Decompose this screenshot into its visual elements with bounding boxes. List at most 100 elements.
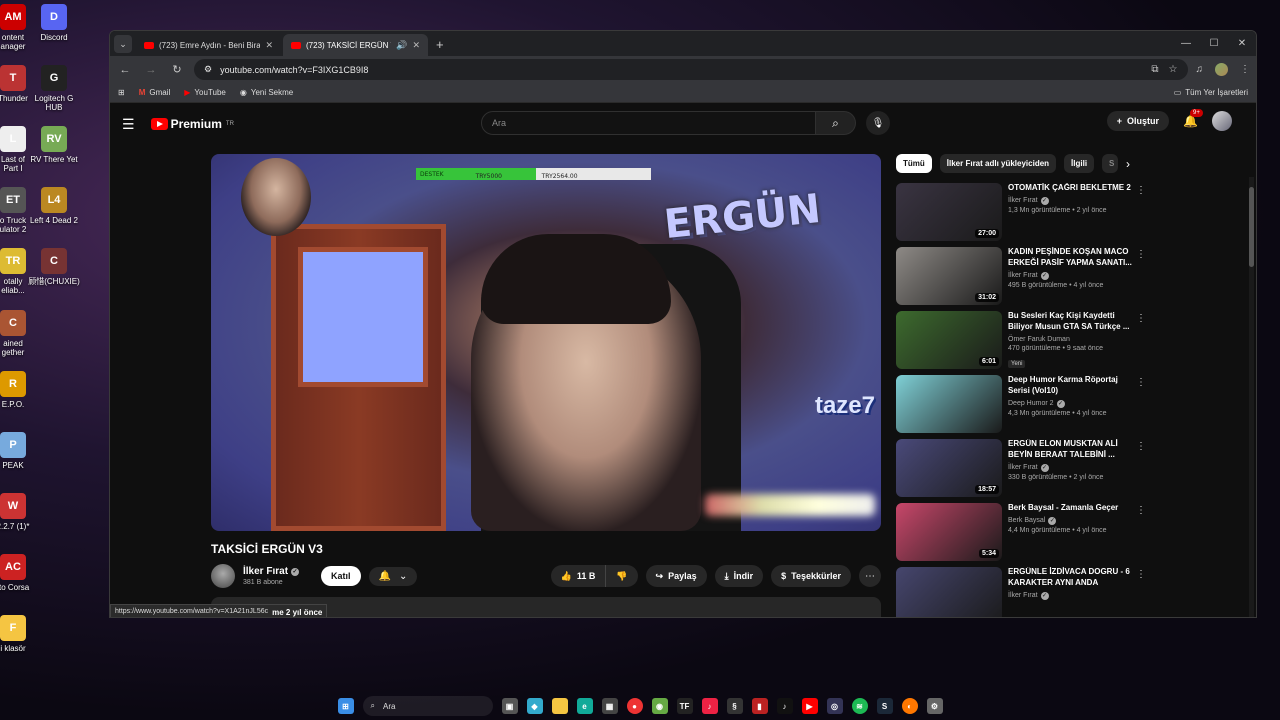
video-thumbnail[interactable]: 31:02 xyxy=(896,247,1002,305)
address-bar[interactable]: ⚙ youtube.com/watch?v=F3IXG1CB9I8 ⧉ ☆ xyxy=(194,59,1188,80)
video-channel[interactable]: İlker Fırat ✓ xyxy=(1008,271,1133,280)
minimize-button[interactable]: — xyxy=(1172,31,1200,56)
spotify-icon[interactable]: ≋ xyxy=(851,698,868,714)
tiktok-icon[interactable]: ♪ xyxy=(776,698,793,714)
menu-kebab-icon[interactable]: ⋮ xyxy=(1240,64,1250,75)
video-thumbnail[interactable] xyxy=(896,375,1002,433)
video-title[interactable]: Berk Baysal - Zamanla Geçer xyxy=(1008,503,1133,514)
video-thumbnail[interactable]: 27:00 xyxy=(896,183,1002,241)
chip-more[interactable]: S xyxy=(1102,154,1119,173)
edge-icon[interactable]: e xyxy=(576,698,593,714)
chip-related[interactable]: İlgili xyxy=(1064,154,1095,173)
video-thumbnail[interactable]: 5:34 xyxy=(896,503,1002,561)
video-channel[interactable]: İlker Fırat ✓ xyxy=(1008,196,1133,205)
maximize-button[interactable]: ☐ xyxy=(1200,31,1228,56)
thanks-button[interactable]: $ Teşekkürler xyxy=(771,565,851,587)
new-tab-button[interactable]: + xyxy=(436,37,444,52)
chip-all[interactable]: Tümü xyxy=(896,154,932,173)
media-control-icon[interactable]: ♫ xyxy=(1196,64,1204,75)
app-icon[interactable]: ◉ xyxy=(651,698,668,714)
chip-from-uploader[interactable]: İlker Fırat adlı yükleyiciden xyxy=(939,154,1057,173)
chrome-icon[interactable]: ● xyxy=(626,698,643,714)
more-vertical-icon[interactable]: ⋮ xyxy=(1136,441,1146,452)
desktop-icon[interactable]: Fi klasör xyxy=(0,615,44,653)
bookmark-star-icon[interactable]: ☆ xyxy=(1169,64,1178,75)
more-vertical-icon[interactable]: ⋮ xyxy=(1136,313,1146,324)
desktop-icon[interactable]: RV RV There Yet xyxy=(23,126,85,164)
tiktok-studio-icon[interactable]: TF xyxy=(676,698,693,714)
profile-avatar[interactable] xyxy=(1215,63,1228,76)
video-title[interactable]: OTOMATİK ÇAĞRI BEKLETME 2 xyxy=(1008,183,1133,194)
video-channel[interactable]: Ömer Faruk Duman xyxy=(1008,336,1133,343)
store-icon[interactable]: ▦ xyxy=(601,698,618,714)
recommended-video[interactable]: ERGÜNLE İZDİVACA DOGRU - 6 KARAKTER AYNI… xyxy=(896,567,1146,617)
desktop-icon[interactable]: Cained gether xyxy=(0,310,44,357)
video-channel[interactable]: Berk Baysal ✓ xyxy=(1008,516,1133,525)
recommended-video[interactable]: 6:01 Bu Sesleri Kaç Kişi Kaydetti Biliyor… xyxy=(896,311,1146,369)
video-channel[interactable]: İlker Fırat ✓ xyxy=(1008,591,1133,600)
apps-grid-icon[interactable]: ⊞ xyxy=(118,88,125,97)
close-icon[interactable]: ✕ xyxy=(265,40,273,51)
copilot-icon[interactable]: ◆ xyxy=(526,698,543,714)
channel-avatar[interactable] xyxy=(211,564,235,588)
desktop-icon[interactable]: W 2.2.7 (1)* xyxy=(0,493,44,531)
task-view-icon[interactable]: ▣ xyxy=(501,698,518,714)
account-avatar[interactable] xyxy=(1212,111,1232,131)
video-title[interactable]: Deep Humor Karma Röportaj Serisi (Vol10) xyxy=(1008,375,1133,397)
app-icon[interactable]: ◎ xyxy=(826,698,843,714)
voice-search-button[interactable]: 🎙 xyxy=(866,111,890,135)
join-button[interactable]: Katıl xyxy=(321,566,361,586)
dislike-button[interactable]: 👎 xyxy=(606,565,638,587)
desktop-icon[interactable]: G Logitech G HUB xyxy=(23,65,85,112)
more-vertical-icon[interactable]: ⋮ xyxy=(1136,249,1146,260)
channel-name[interactable]: İlker Fırat ✓ xyxy=(243,566,300,577)
windows-start-icon[interactable]: ⊞ xyxy=(337,698,354,714)
bookmark-gmail[interactable]: M Gmail xyxy=(139,88,171,97)
video-thumbnail[interactable] xyxy=(896,567,1002,617)
taskbar-search[interactable]: ⌕ Ara xyxy=(362,696,493,716)
all-bookmarks[interactable]: ▭ Tüm Yer İşaretleri xyxy=(1174,88,1248,97)
video-title[interactable]: ERGÜN ELON MUSKTAN ALİ BEYİN BERAAT TALE… xyxy=(1008,439,1133,461)
more-vertical-icon[interactable]: ⋮ xyxy=(1136,505,1146,516)
forward-button[interactable]: → xyxy=(142,64,160,76)
recommended-video[interactable]: 18:57 ERGÜN ELON MUSKTAN ALİ BEYİN BERAAT… xyxy=(896,439,1146,497)
speaker-icon[interactable]: 🔊 xyxy=(396,40,407,51)
reload-button[interactable]: ↻ xyxy=(168,63,186,76)
youtube-icon[interactable]: ▶ xyxy=(801,698,818,714)
search-input[interactable]: Ara xyxy=(481,111,816,135)
tab-taksici-ergun[interactable]: (723) TAKSİCİ ERGÜN V3 - 🔊 ✕ xyxy=(283,34,428,56)
file-explorer-icon[interactable] xyxy=(551,698,568,714)
firefox-icon[interactable]: ◐ xyxy=(901,698,918,714)
back-button[interactable]: ← xyxy=(116,64,134,76)
recommended-video[interactable]: 31:02 KADIN PEŞİNDE KOŞAN MACO ERKEĞİ PAS… xyxy=(896,247,1146,305)
desktop-icon[interactable]: AC tto Corsa xyxy=(0,554,44,592)
chevron-right-icon[interactable]: › xyxy=(1126,157,1130,171)
recommended-video[interactable]: 5:34 Berk Baysal - Zamanla Geçer Berk Bays… xyxy=(896,503,1146,561)
steam-icon[interactable]: S xyxy=(876,698,893,714)
site-info-icon[interactable]: ⚙ xyxy=(204,64,212,75)
video-channel[interactable]: Deep Humor 2 ✓ xyxy=(1008,399,1133,408)
subscription-bell-button[interactable]: 🔔 ⌄ xyxy=(368,566,418,586)
desktop-icon[interactable]: L4 Left 4 Dead 2 xyxy=(23,187,85,225)
cast-icon[interactable]: ⧉ xyxy=(1151,64,1158,75)
youtube-premium-logo[interactable]: Premium TR xyxy=(150,117,234,131)
video-title[interactable]: KADIN PEŞİNDE KOŞAN MACO ERKEĞİ PASİF YA… xyxy=(1008,247,1133,269)
video-player[interactable]: ERGÜN taze7 DESTEK TRY2564.00 TRY5000 xyxy=(211,154,881,531)
video-title[interactable]: Bu Sesleri Kaç Kişi Kaydetti Biliyor Mus… xyxy=(1008,311,1133,333)
capcut-icon[interactable]: ♪ xyxy=(701,698,718,714)
tab-search-button[interactable]: ⌄ xyxy=(114,35,132,53)
hamburger-menu-icon[interactable]: ☰ xyxy=(122,116,135,133)
desktop-icon[interactable]: R E.P.O. xyxy=(0,371,44,409)
bookmark-youtube[interactable]: ▶ YouTube xyxy=(184,88,226,97)
desktop-icon[interactable]: P PEAK xyxy=(0,432,44,470)
share-button[interactable]: ↪ Paylaş xyxy=(645,565,707,587)
bookmark-new-tab[interactable]: ◉ Yeni Sekme xyxy=(240,88,293,97)
recommended-video[interactable]: 27:00 OTOMATİK ÇAĞRI BEKLETME 2 İlker Fıra… xyxy=(896,183,1146,241)
desktop-icon[interactable]: C 顾惜(CHUXIE) xyxy=(23,248,85,286)
tab-emre-aydin[interactable]: (723) Emre Aydın - Beni Biraz B ✕ xyxy=(136,34,281,56)
video-channel[interactable]: İlker Fırat ✓ xyxy=(1008,463,1133,472)
close-icon[interactable]: ✕ xyxy=(412,40,420,51)
app-icon[interactable]: ⚙ xyxy=(926,698,943,714)
download-button[interactable]: ⤓ İndir xyxy=(714,565,764,587)
like-button[interactable]: 👍 11 B xyxy=(550,565,607,587)
